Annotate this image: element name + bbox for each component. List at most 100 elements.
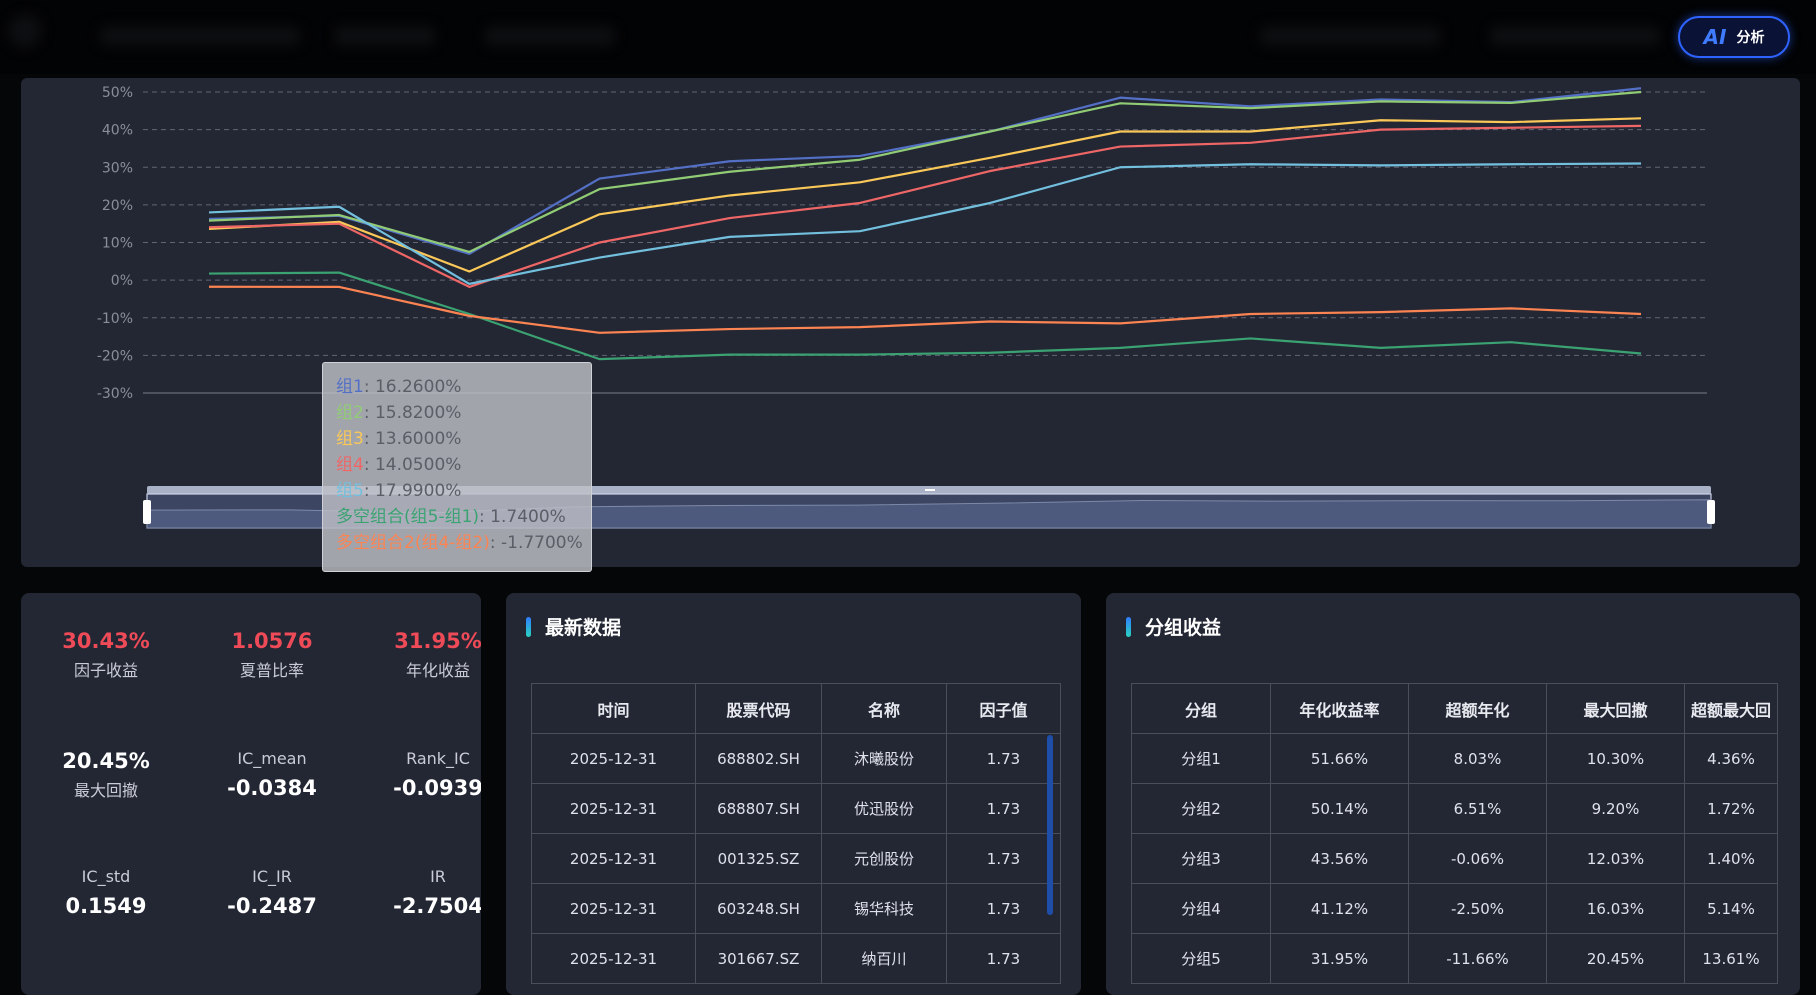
tooltip-series-value: : 1.7400% (479, 507, 566, 527)
line-chart[interactable]: 50% 40% 30% 20% 10% 0% -10% -20% -30% (21, 78, 1800, 567)
stat-value: 1.0576 (231, 629, 313, 653)
column-header[interactable]: 分组 (1131, 683, 1271, 734)
table-cell: -11.66% (1408, 933, 1547, 984)
table-row[interactable]: 分组5 31.95% -11.66% 20.45% 13.61% (1131, 933, 1778, 984)
stat-label: Rank_IC (406, 749, 470, 768)
stat-value: -0.2487 (227, 894, 317, 918)
stat-item: Rank_IC -0.0939 (363, 749, 481, 800)
y-tick-label: -20% (97, 348, 133, 364)
logo (8, 14, 42, 48)
tooltip-row: 多空组合2(组4-组2): -1.7700% (336, 530, 583, 556)
stat-label: IC_IR (252, 867, 292, 886)
zoom-drag-grip[interactable] (925, 489, 935, 491)
table-cell: 6.51% (1408, 783, 1547, 834)
tooltip-series-value: : 13.6000% (363, 429, 462, 449)
table-cell: 分组5 (1131, 933, 1271, 984)
y-tick-label: -10% (97, 311, 133, 327)
nav-item[interactable] (100, 26, 300, 46)
column-header[interactable]: 超额最大回 (1684, 683, 1778, 734)
stat-item: 31.95% 年化收益 (363, 629, 481, 681)
column-header[interactable]: 名称 (821, 683, 947, 734)
latest-data-panel: 最新数据 时间 股票代码 名称 因子值 2025-12-31 688802.SH 沐曦股份 1… (506, 593, 1081, 995)
table-cell: 1.73 (946, 783, 1061, 834)
table-row[interactable]: 分组2 50.14% 6.51% 9.20% 1.72% (1131, 783, 1778, 834)
group-return-table: 分组 年化收益率 超额年化 最大回撤 超额最大回 分组1 51.66% 8.03% 10.30%… (1131, 683, 1778, 984)
tooltip-series-name: 组3 (336, 429, 364, 449)
stat-label: 因子收益 (73, 661, 138, 680)
stat-item: 20.45% 最大回撤 (31, 749, 181, 801)
table-cell: 2025-12-31 (531, 883, 696, 934)
table-cell: 2025-12-31 (531, 833, 696, 884)
stat-label: IC_mean (237, 749, 307, 768)
group-return-panel: 分组收益 分组 年化收益率 超额年化 最大回撤 超额最大回 分组1 51.66% 8.03% 1… (1106, 593, 1800, 995)
table-cell: 16.03% (1546, 883, 1685, 934)
group-return-title: 分组收益 (1145, 617, 1222, 639)
tooltip-series-value: : -1.7700% (489, 533, 583, 553)
column-header[interactable]: 时间 (531, 683, 696, 734)
table-cell: 元创股份 (821, 833, 947, 884)
tooltip-row: 多空组合(组5-组1): 1.7400% (336, 504, 578, 530)
table-cell: 1.73 (946, 883, 1061, 934)
stat-item: 30.43% 因子收益 (31, 629, 181, 681)
table-header-row: 分组 年化收益率 超额年化 最大回撤 超额最大回 (1131, 683, 1778, 734)
stat-value: -0.0939 (393, 776, 481, 800)
table-cell: 沐曦股份 (821, 733, 947, 784)
y-tick-label: 20% (102, 198, 133, 214)
table-row[interactable]: 分组3 43.56% -0.06% 12.03% 1.40% (1131, 833, 1778, 884)
series-line[interactable] (208, 285, 1642, 334)
table-cell: 1.40% (1684, 833, 1778, 884)
nav-item[interactable] (1260, 26, 1440, 46)
tooltip-row: 组3: 13.6000% (336, 426, 578, 452)
column-header[interactable]: 超额年化 (1408, 683, 1547, 734)
ai-analysis-label: 分析 (1736, 30, 1765, 46)
column-header[interactable]: 因子值 (946, 683, 1061, 734)
stat-label: IC_std (81, 867, 131, 886)
panel-title: 最新数据 (526, 613, 621, 640)
latest-data-title: 最新数据 (545, 617, 622, 639)
ai-analysis-button[interactable]: AI 分析 (1678, 16, 1790, 58)
table-cell: 43.56% (1270, 833, 1409, 884)
series-line[interactable] (208, 90, 1642, 254)
column-header[interactable]: 年化收益率 (1270, 683, 1409, 734)
stat-value: 30.43% (62, 629, 150, 653)
tooltip-series-name: 多空组合(组5-组1) (336, 507, 480, 527)
nav-item[interactable] (1490, 26, 1660, 46)
zoom-handle-left[interactable] (143, 500, 151, 524)
tooltip-series-value: : 16.2600% (363, 377, 462, 397)
table-cell: 分组2 (1131, 783, 1271, 834)
table-row[interactable]: 2025-12-31 688802.SH 沐曦股份 1.73 (531, 733, 1061, 784)
table-cell: 分组4 (1131, 883, 1271, 934)
table-cell: 分组1 (1131, 733, 1271, 784)
table-cell: 优迅股份 (821, 783, 947, 834)
stat-item: 1.0576 夏普比率 (197, 629, 347, 681)
group-return-chart-panel: 50% 40% 30% 20% 10% 0% -10% -20% -30% 组1: 16.260… (21, 78, 1800, 572)
table-row[interactable]: 2025-12-31 603248.SH 锡华科技 1.73 (531, 883, 1061, 934)
table-row[interactable]: 2025-12-31 301667.SZ 纳百川 1.73 (531, 933, 1061, 984)
table-row[interactable]: 分组4 41.12% -2.50% 16.03% 5.14% (1131, 883, 1778, 934)
stat-label: 最大回撤 (73, 781, 138, 800)
stat-label: 夏普比率 (239, 661, 304, 680)
nav-item[interactable] (485, 26, 615, 46)
series-line[interactable] (208, 124, 1642, 288)
factor-stats-panel: 30.43% 因子收益 1.0576 夏普比率 31.95% 年化收益 20.45% 最大回撤… (21, 593, 481, 995)
table-row[interactable]: 分组1 51.66% 8.03% 10.30% 4.36% (1131, 733, 1778, 784)
tooltip-series-name: 组2 (336, 403, 364, 423)
table-row[interactable]: 2025-12-31 001325.SZ 元创股份 1.73 (531, 833, 1061, 884)
stat-item: IC_IR -0.2487 (197, 867, 347, 918)
y-tick-label: -30% (97, 386, 133, 402)
tooltip-series-name: 组5 (336, 481, 364, 501)
table-scrollbar[interactable] (1047, 735, 1053, 915)
tooltip-row: 组1: 16.2600% (336, 374, 578, 400)
column-header[interactable]: 股票代码 (695, 683, 822, 734)
table-cell: 1.73 (946, 833, 1061, 884)
series-line[interactable] (208, 117, 1642, 273)
tooltip-series-name: 组4 (336, 455, 364, 475)
column-header[interactable]: 最大回撤 (1546, 683, 1685, 734)
series-line[interactable] (208, 271, 1642, 361)
table-cell: 2025-12-31 (531, 933, 696, 984)
y-tick-label: 40% (102, 123, 133, 139)
nav-item[interactable] (335, 26, 435, 46)
table-row[interactable]: 2025-12-31 688807.SH 优迅股份 1.73 (531, 783, 1061, 834)
zoom-handle-right[interactable] (1707, 500, 1715, 524)
table-cell: 纳百川 (821, 933, 947, 984)
